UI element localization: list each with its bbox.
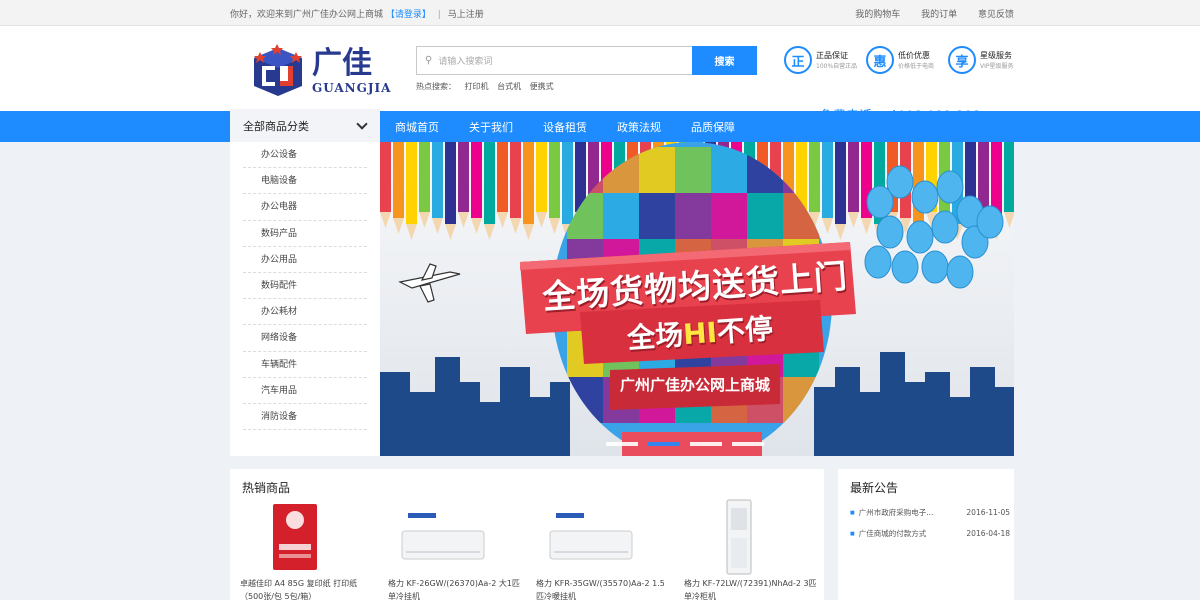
service-title: 星级服务 [980, 51, 1012, 60]
hot-search-label: 热点搜索： [416, 82, 456, 91]
discount-icon: 惠 [866, 46, 894, 74]
nav-link-home[interactable]: 商城首页 [380, 119, 454, 135]
service-discount: 惠 低价优惠 价格低于电商 [866, 46, 944, 74]
notice-item[interactable]: 广州市政府采购电子... 2016-11-05 [850, 502, 1010, 523]
category-item[interactable]: 消防设备 [243, 404, 367, 431]
register-link[interactable]: 马上注册 [448, 10, 484, 20]
wall-ac-icon [536, 497, 646, 577]
category-item[interactable]: 数码配件 [243, 273, 367, 300]
hot-term[interactable]: 台式机 [497, 82, 521, 91]
logo-mark-icon [250, 44, 306, 98]
service-vip: 享 星级服务 VIP星级服务 [948, 46, 1026, 74]
notice-item[interactable]: 广佳商城的付款方式 2016-04-18 [850, 523, 1010, 544]
carousel-dot[interactable] [732, 442, 764, 446]
product-name[interactable]: 卓越佳印 A4 85G 复印纸 打印纸（500张/包 5包/箱） [240, 577, 375, 600]
category-item[interactable]: 数码产品 [243, 221, 367, 247]
product-name[interactable]: 格力 KF-26GW/(26370)Aa-2 大1匹单冷挂机 [388, 577, 523, 600]
search-placeholder: 请输入搜索词 [438, 57, 493, 67]
floor-ac-icon [684, 497, 794, 577]
product-name[interactable]: 格力 KF-72LW/(72391)NhAd-2 3匹单冷柜机 [684, 577, 819, 600]
category-item[interactable]: 办公设备 [243, 142, 367, 169]
welcome-text: 你好，欢迎来到广州广佳办公网上商城 [230, 9, 384, 20]
promo-banner[interactable]: 全场货物均送货上门 全场HI不停 广州广佳办公网上商城 [380, 142, 1014, 456]
banner-sub-hi: HI [682, 315, 719, 352]
hot-products-title: 热销商品 [242, 481, 291, 495]
site-logo[interactable]: 广佳 GUANGJIA [250, 44, 391, 98]
vip-icon: 享 [948, 46, 976, 74]
category-item[interactable]: 电脑设备 [243, 168, 367, 195]
product-card[interactable]: 格力 KF-72LW/(72391)NhAd-2 3匹单冷柜机 [684, 497, 832, 600]
wall-ac-icon [388, 497, 498, 577]
all-categories-label: 全部商品分类 [243, 119, 309, 133]
service-subtitle: 价格低于电商 [898, 63, 935, 70]
service-title: 正品保证 [816, 51, 848, 60]
banner-sub-c: 不停 [715, 311, 775, 349]
all-categories-button[interactable]: 全部商品分类 [230, 109, 380, 142]
notice-date: 2016-04-18 [966, 529, 1010, 538]
top-bar: 你好，欢迎来到广州广佳办公网上商城 【请登录】 | 马上注册 我的购物车 我的订… [0, 0, 1200, 26]
login-link[interactable]: 【请登录】 [386, 10, 431, 20]
notice-text[interactable]: 广州市政府采购电子... [850, 507, 934, 518]
topbar-right: 我的购物车 我的订单 意见反馈 [837, 7, 1014, 20]
product-card[interactable]: 卓越佳印 A4 85G 复印纸 打印纸（500张/包 5包/箱） [240, 497, 388, 600]
service-subtitle: VIP星级服务 [980, 63, 1014, 70]
banner-store-name: 广州广佳办公网上商城 [619, 376, 770, 394]
hot-term[interactable]: 打印机 [465, 82, 489, 91]
nav-link-rental[interactable]: 设备租赁 [528, 119, 602, 135]
nav-link-about[interactable]: 关于我们 [454, 119, 528, 135]
notice-date: 2016-11-05 [966, 508, 1010, 517]
paper-ream-icon [240, 497, 350, 577]
category-item[interactable]: 办公电器 [243, 194, 367, 221]
carousel-dot[interactable] [690, 442, 722, 446]
notice-section: 最新公告 广州市政府采购电子... 2016-11-05 广佳商城的付款方式 2… [838, 469, 1014, 600]
category-item[interactable]: 办公耗材 [243, 299, 367, 326]
category-item[interactable]: 汽车用品 [243, 378, 367, 404]
topbar-left: 你好，欢迎来到广州广佳办公网上商城 【请登录】 | 马上注册 [230, 7, 484, 20]
service-genuine: 正 正品保证 100%自营正品 [784, 46, 862, 74]
chevron-down-icon [356, 117, 368, 130]
hot-term[interactable]: 便携式 [530, 82, 554, 91]
carousel-dot[interactable] [648, 442, 680, 446]
main-nav: 全部商品分类 商城首页 关于我们 设备租赁 政策法规 品质保障 [0, 109, 1200, 142]
service-subtitle: 100%自营正品 [816, 63, 858, 70]
notice-title: 最新公告 [850, 481, 899, 495]
category-item[interactable]: 网络设备 [243, 325, 367, 352]
product-name[interactable]: 格力 KFR-35GW/(35570)Aa-2 1.5匹冷暖挂机 [536, 577, 671, 600]
search-input[interactable]: ⚲ 请输入搜索词 [416, 46, 692, 75]
logo-en-text: GUANGJIA [312, 81, 392, 95]
category-list: 办公设备 电脑设备 办公电器 数码产品 办公用品 数码配件 办公耗材 网络设备 … [230, 142, 380, 456]
feedback-link[interactable]: 意见反馈 [978, 10, 1014, 20]
header: 广佳 GUANGJIA ⚲ 请输入搜索词 搜索 热点搜索： 打印机 台式机 便携… [0, 26, 1200, 124]
nav-link-quality[interactable]: 品质保障 [676, 119, 750, 135]
carousel-dots [606, 442, 774, 446]
cart-link[interactable]: 我的购物车 [855, 10, 900, 20]
genuine-icon: 正 [784, 46, 812, 74]
carousel-dot[interactable] [606, 442, 638, 446]
logo-cn-text: 广佳 [312, 46, 372, 81]
category-item[interactable]: 办公用品 [243, 247, 367, 273]
product-card[interactable]: 格力 KFR-35GW/(35570)Aa-2 1.5匹冷暖挂机 [536, 497, 684, 600]
service-title: 低价优惠 [898, 51, 930, 60]
service-badges: 正 正品保证 100%自营正品 惠 低价优惠 价格低于电商 享 星级服务 VIP… [784, 46, 1030, 74]
search-button[interactable]: 搜索 [692, 46, 757, 75]
search-icon: ⚲ [425, 55, 433, 66]
orders-link[interactable]: 我的订单 [921, 10, 957, 20]
category-item[interactable]: 车辆配件 [243, 352, 367, 378]
hot-search: 热点搜索： 打印机 台式机 便携式 [416, 81, 757, 92]
product-card[interactable]: 格力 KF-26GW/(26370)Aa-2 大1匹单冷挂机 [388, 497, 536, 600]
banner-sub-a: 全场 [626, 318, 685, 356]
nav-link-policy[interactable]: 政策法规 [602, 119, 676, 135]
notice-text[interactable]: 广佳商城的付款方式 [850, 528, 927, 539]
topbar-separator: | [437, 9, 441, 20]
search-area: ⚲ 请输入搜索词 搜索 热点搜索： 打印机 台式机 便携式 [416, 46, 757, 92]
hot-products-section: 热销商品 卓越佳印 A4 85G 复印纸 打印纸（500张/包 5包/箱） 格力… [230, 469, 824, 600]
